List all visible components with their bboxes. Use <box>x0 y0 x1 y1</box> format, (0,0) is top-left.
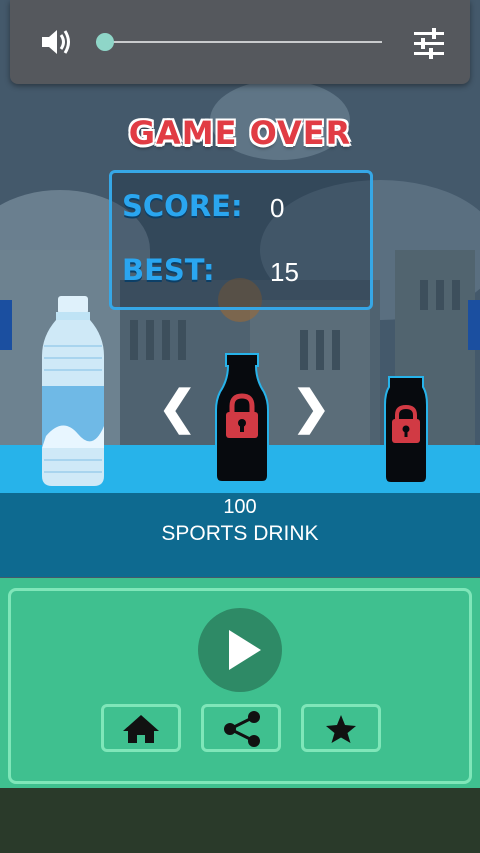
game-over-title: GAME OVER <box>128 114 352 152</box>
next-bottle[interactable] <box>383 375 429 485</box>
score-label: SCORE: <box>122 189 243 223</box>
bottle-name: SPORTS DRINK <box>161 522 319 545</box>
score-value: 0 <box>270 193 285 223</box>
home-icon <box>123 715 159 743</box>
star-icon <box>326 715 356 743</box>
score-box: SCORE: 0 BEST: 15 <box>109 170 373 310</box>
bottle-price: 100 <box>223 496 257 518</box>
water-bottle <box>42 296 104 486</box>
game-scene: GAME OVER SCORE: 0 BEST: 15 ❮ ❯ 100 SPOR… <box>0 0 480 853</box>
sports-drink-bottle[interactable] <box>214 352 270 484</box>
play-button[interactable] <box>198 608 282 692</box>
best-value: 15 <box>270 257 299 287</box>
speaker-icon[interactable] <box>38 24 74 60</box>
volume-slider-track[interactable] <box>96 41 382 43</box>
volume-panel <box>10 0 470 84</box>
best-label: BEST: <box>122 253 215 287</box>
share-icon <box>224 711 260 747</box>
ground-strip <box>0 788 480 853</box>
volume-slider-thumb[interactable] <box>96 33 114 51</box>
rate-button[interactable] <box>301 704 381 752</box>
home-button[interactable] <box>101 704 181 752</box>
play-icon <box>229 630 261 670</box>
next-bottle-arrow[interactable]: ❯ <box>292 384 331 430</box>
prev-bottle-arrow[interactable]: ❮ <box>158 384 197 430</box>
tune-sliders-icon[interactable] <box>412 26 446 60</box>
share-button[interactable] <box>201 704 281 752</box>
